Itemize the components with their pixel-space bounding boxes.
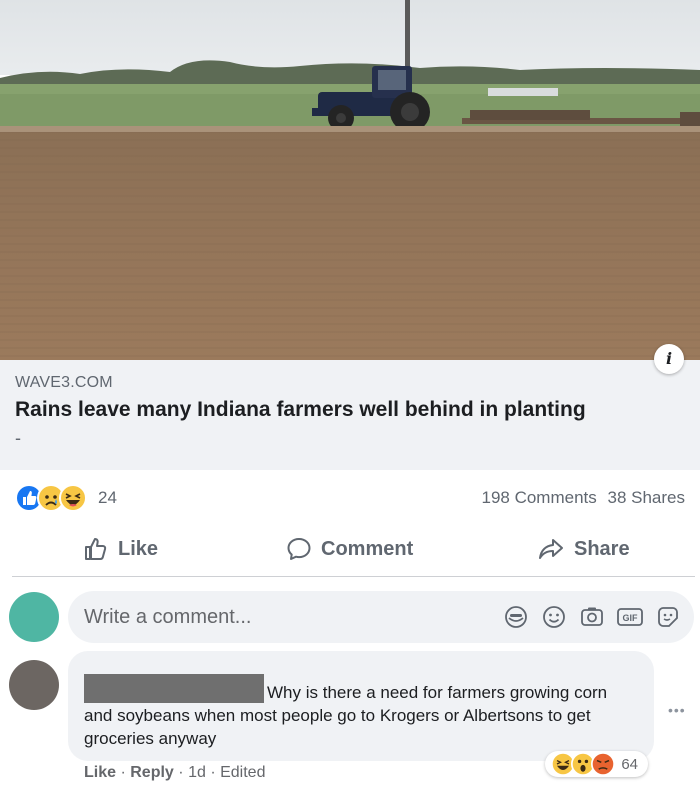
comment-reply-link[interactable]: Reply (130, 764, 174, 781)
shares-count[interactable]: 38 Shares (608, 488, 686, 507)
commenter-avatar[interactable] (9, 660, 59, 710)
comment-label: Comment (321, 537, 414, 560)
comment-meta: Like · Reply · 1d · Edited (84, 764, 265, 782)
farm-field-photo (0, 0, 700, 360)
link-description: - (15, 428, 21, 448)
post-action-bar: Like Comment Share (0, 526, 700, 572)
angry-reaction-icon (591, 752, 616, 776)
comment-input[interactable]: Write a comment... GIF (68, 591, 694, 643)
share-label: Share (574, 537, 630, 560)
comment-reaction-count: 64 (621, 755, 638, 773)
separator: · (120, 764, 126, 781)
separator: · (210, 764, 216, 781)
comment-options-icon[interactable]: ••• (668, 702, 686, 718)
like-button[interactable]: Like (83, 534, 158, 564)
comment-input-placeholder: Write a comment... (84, 606, 252, 628)
link-domain: WAVE3.COM (15, 374, 113, 391)
link-preview-image[interactable] (0, 0, 700, 360)
comment-reactions[interactable]: 64 (545, 751, 648, 777)
info-icon[interactable]: i (654, 344, 684, 374)
reaction-icons[interactable] (15, 484, 95, 512)
gif-icon[interactable]: GIF (616, 603, 644, 631)
comment-edited[interactable]: Edited (220, 764, 265, 781)
link-title[interactable]: Rains leave many Indiana farmers well be… (15, 398, 586, 422)
redacted-commenter-name (84, 674, 264, 703)
composer-icons: GIF (502, 603, 682, 631)
separator: · (178, 764, 184, 781)
comment-share-counts: 198 Comments 38 Shares (475, 488, 685, 508)
share-button[interactable]: Share (537, 534, 630, 564)
sticker-face-icon[interactable] (654, 603, 682, 631)
thumbs-up-icon (85, 538, 107, 560)
speech-bubble-icon (287, 538, 311, 560)
comments-count[interactable]: 198 Comments (481, 488, 596, 507)
svg-text:GIF: GIF (623, 613, 639, 623)
link-preview-meta[interactable]: i WAVE3.COM Rains leave many Indiana far… (0, 344, 700, 470)
divider (12, 576, 695, 577)
camera-icon[interactable] (578, 603, 606, 631)
reaction-summary: 24 198 Comments 38 Shares (0, 470, 700, 526)
comment-age[interactable]: 1d (188, 764, 206, 781)
share-arrow-icon (539, 539, 563, 559)
reaction-count[interactable]: 24 (98, 488, 117, 508)
comment-like-link[interactable]: Like (84, 764, 116, 781)
like-label: Like (118, 537, 159, 560)
comment-bubble: Why is there a need for farmers growing … (68, 651, 654, 777)
avatar[interactable] (9, 592, 59, 642)
sticker-icon[interactable] (502, 603, 530, 631)
comment-button[interactable]: Comment (286, 534, 413, 564)
haha-reaction-icon (59, 484, 87, 512)
emoji-icon[interactable] (540, 603, 568, 631)
